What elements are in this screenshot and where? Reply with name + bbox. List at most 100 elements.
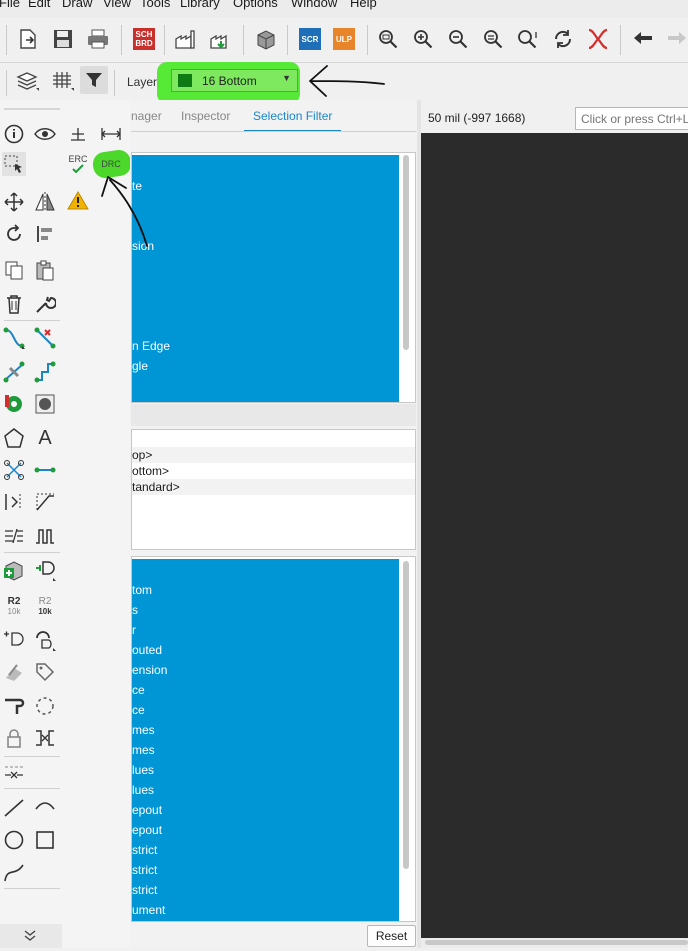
- layer-dropdown[interactable]: 16 Bottom ▼: [171, 69, 298, 92]
- list-item[interactable]: outed: [132, 643, 162, 657]
- list-item[interactable]: strict: [132, 883, 157, 897]
- list-scrollbar[interactable]: [403, 561, 409, 869]
- list-item[interactable]: n Edge: [132, 339, 170, 353]
- redraw-icon[interactable]: [550, 26, 576, 52]
- board-canvas[interactable]: [421, 133, 688, 938]
- paste-icon[interactable]: [33, 258, 57, 282]
- zoom-fit-icon[interactable]: [375, 26, 401, 52]
- align-icon[interactable]: [33, 222, 57, 246]
- add-part-icon[interactable]: [2, 558, 26, 582]
- list-item[interactable]: lues: [132, 783, 154, 797]
- open-icon[interactable]: [15, 26, 41, 52]
- zoom-select-icon[interactable]: [480, 26, 506, 52]
- miter-icon[interactable]: [33, 490, 57, 514]
- manufacturing-icon[interactable]: [208, 26, 234, 52]
- ripup-icon[interactable]: [33, 326, 57, 350]
- menu-library[interactable]: Library: [180, 0, 220, 10]
- expand-toolbar-button[interactable]: [0, 924, 62, 948]
- info-icon[interactable]: [2, 122, 26, 146]
- list-item[interactable]: mes: [132, 743, 155, 757]
- print-icon[interactable]: [85, 26, 111, 52]
- script-icon[interactable]: SCR: [297, 26, 323, 52]
- smash-icon[interactable]: [2, 660, 26, 684]
- circle-icon[interactable]: [2, 828, 26, 852]
- scrollbar-thumb[interactable]: [425, 940, 688, 945]
- tab-selection-filter[interactable]: Selection Filter: [244, 104, 342, 132]
- menu-view[interactable]: View: [103, 0, 131, 10]
- lock-icon[interactable]: [2, 726, 26, 750]
- text-icon[interactable]: A: [33, 426, 57, 450]
- canvas-horizontal-scrollbar[interactable]: [421, 938, 688, 948]
- swap-gate-icon[interactable]: [33, 726, 57, 750]
- object-type-list[interactable]: te sion n Edge gle: [131, 152, 416, 403]
- menu-draw[interactable]: Draw: [62, 0, 92, 10]
- list-item[interactable]: ument: [132, 903, 165, 917]
- tab-inspector[interactable]: Inspector: [181, 104, 230, 130]
- ratsnest-icon[interactable]: [33, 694, 57, 718]
- list-item[interactable]: ottom>: [132, 464, 169, 478]
- value-icon[interactable]: R2 10k: [2, 594, 26, 618]
- list-item[interactable]: ce: [132, 683, 145, 697]
- arc-icon[interactable]: [33, 796, 57, 820]
- via-icon[interactable]: [2, 392, 26, 416]
- list-item[interactable]: sion: [132, 239, 154, 253]
- rotate-icon[interactable]: [2, 222, 26, 246]
- spline-icon[interactable]: [2, 860, 26, 884]
- polygon-icon[interactable]: [2, 426, 26, 450]
- undo-icon[interactable]: [630, 26, 656, 52]
- list-item[interactable]: r: [132, 623, 136, 637]
- layer-filter-list[interactable]: tom s r outed ension ce ce mes mes lues …: [131, 556, 416, 922]
- name-value-icon[interactable]: R2 10k: [33, 594, 57, 618]
- change-icon[interactable]: [33, 292, 57, 316]
- warning-icon[interactable]: [66, 188, 90, 212]
- hole-icon[interactable]: [33, 392, 57, 416]
- autorouter-icon[interactable]: [2, 360, 26, 384]
- line-icon[interactable]: [2, 796, 26, 820]
- list-item[interactable]: epout: [132, 803, 162, 817]
- signal-icon[interactable]: [2, 458, 26, 482]
- command-input[interactable]: [575, 107, 688, 130]
- list-item[interactable]: ension: [132, 663, 167, 677]
- list-item[interactable]: te: [132, 179, 142, 193]
- tab-design-manager[interactable]: nager: [131, 104, 162, 130]
- list-item[interactable]: strict: [132, 843, 157, 857]
- sch-brd-switch-icon[interactable]: SCH BRD: [131, 26, 157, 52]
- reset-button[interactable]: Reset: [367, 925, 416, 947]
- list-item[interactable]: epout: [132, 823, 162, 837]
- 3d-icon[interactable]: [253, 26, 279, 52]
- add-gate-icon[interactable]: [33, 558, 57, 582]
- save-icon[interactable]: [50, 26, 76, 52]
- wire-icon[interactable]: [33, 458, 57, 482]
- meander-icon[interactable]: [33, 360, 57, 384]
- list-item[interactable]: ce: [132, 703, 145, 717]
- split-icon[interactable]: [2, 694, 26, 718]
- grid-icon[interactable]: [50, 68, 76, 94]
- zoom-last-icon[interactable]: [515, 26, 541, 52]
- menu-options[interactable]: Options: [233, 0, 278, 10]
- list-item[interactable]: strict: [132, 863, 157, 877]
- delete-icon[interactable]: [2, 292, 26, 316]
- filter-icon[interactable]: [80, 66, 108, 94]
- list-item[interactable]: tom: [132, 583, 152, 597]
- list-item[interactable]: tandard>: [132, 480, 180, 494]
- route-icon[interactable]: [2, 326, 26, 350]
- label-icon[interactable]: [33, 660, 57, 684]
- list-scrollbar[interactable]: [403, 155, 409, 350]
- replace-icon[interactable]: [2, 628, 26, 652]
- list-item[interactable]: op>: [132, 448, 152, 462]
- list-item[interactable]: s: [132, 603, 138, 617]
- zoom-out-icon[interactable]: [445, 26, 471, 52]
- meander-signal-icon[interactable]: [33, 524, 57, 548]
- cam-icon[interactable]: [173, 26, 199, 52]
- select-icon[interactable]: [2, 152, 26, 176]
- ulp-icon[interactable]: ULP: [331, 26, 357, 52]
- net-class-list[interactable]: op> ottom> tandard>: [131, 429, 416, 550]
- invoke-icon[interactable]: [33, 628, 57, 652]
- menu-help[interactable]: Help: [350, 0, 377, 10]
- mark-icon[interactable]: [66, 122, 90, 146]
- list-item[interactable]: mes: [132, 723, 155, 737]
- optimize-icon[interactable]: [2, 490, 26, 514]
- lines-icon[interactable]: [2, 524, 26, 548]
- list-item[interactable]: gle: [132, 359, 148, 373]
- mirror-icon[interactable]: [33, 190, 57, 214]
